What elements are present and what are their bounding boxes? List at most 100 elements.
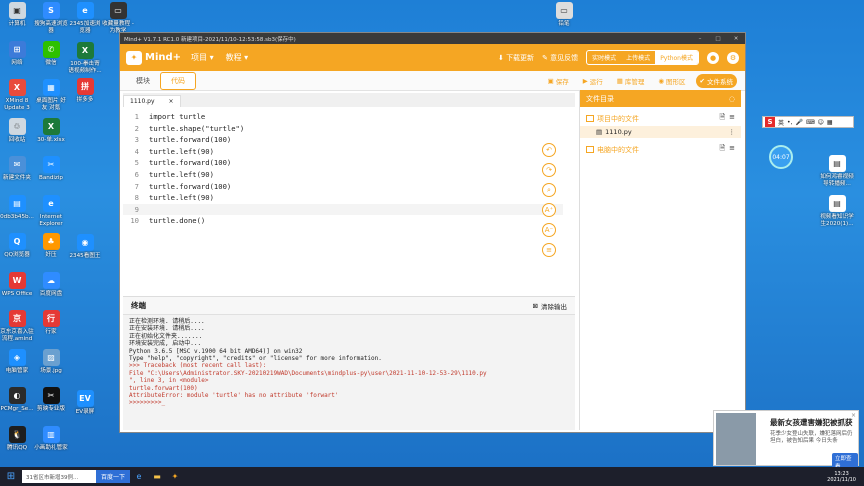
code-line[interactable]: 1 import turtle [123,111,563,122]
terminal-output[interactable]: 正在检测环境. 请稍后.... 正在安装环境. 请稍后.... 正在初始化文件夹..… [123,315,575,410]
mic-icon[interactable]: 🎤 [795,119,802,126]
graphic-area-button[interactable]: ◉ 图形区 [654,74,689,88]
desktop-icon[interactable]: ▤ 如何鸿睿视频导转播频... [820,155,854,188]
code-line[interactable]: 6 turtle.left(90) [123,169,563,180]
feedback-button[interactable]: ✎ 意见反馈 [542,53,578,63]
font-increase-icon[interactable]: A⁺ [542,203,556,217]
maximize-icon[interactable]: □ [709,36,727,42]
desktop-icon[interactable]: W WPS Office [0,271,34,298]
refresh-icon[interactable]: ◌ [729,95,735,103]
mode-realtime[interactable]: 实时模式 [587,51,621,64]
news-popup[interactable]: 最新女孩遭害嫌犯被抓获 花季少女登山失联，嫌犯落网后仍坦白，被告知后果 今日头条… [713,410,859,471]
desktop-icon[interactable]: EV EV录屏 [68,390,102,416]
settings-gear-icon[interactable]: ⚙ [727,51,739,64]
desktop-icon[interactable]: 🐧 腾讯QQ [0,425,34,452]
search-icon[interactable]: ⌕ [542,183,556,197]
system-clock[interactable]: 13:23 2021/11/10 [827,471,864,483]
skin-icon[interactable]: ☺ [818,119,824,126]
project-files-section[interactable]: 项目中的文件 🗎 ≡ [580,107,741,126]
desktop-icon[interactable]: ♲ 回收站 [0,117,34,144]
menu-icon[interactable]: ≡ [729,113,735,124]
desktop-icon[interactable]: 京京东京喜入驻流程.amind [0,310,34,343]
more-options-icon[interactable]: ⋮ [729,128,736,136]
desktop-icon[interactable]: 拼拼多多 [68,78,102,104]
close-icon[interactable]: ✕ [727,36,745,42]
code-line[interactable]: 2 turtle.shape("turtle") [123,123,563,134]
pc-files-section[interactable]: 电脑中的文件 🗎 ≡ [580,138,741,157]
library-button[interactable]: ▦ 库管理 [613,74,649,88]
desktop-icon[interactable]: e Internet Explorer [34,194,68,228]
desktop-icon[interactable]: ◈ 电脑管家 [0,348,34,375]
menu-tutorial[interactable]: 教程 ▾ [226,52,249,63]
desktop-icon[interactable]: ▭ 收藏量教程 - 为教学 [101,2,135,35]
new-file-icon[interactable]: 🗎 [719,113,725,124]
desktop-icon[interactable]: S 搜狗高速浏览器 [34,2,68,35]
format-icon[interactable]: ≡ [542,243,556,257]
desktop-icon[interactable]: X 30-单.xlsx [34,117,68,144]
filesystem-button[interactable]: ✔ 文件系统 [695,73,737,88]
code-line[interactable]: 7 turtle.forward(100) [123,181,563,192]
ime-punct-icon[interactable]: •, [787,119,792,126]
desktop-icon[interactable]: X XMind 8 Update 3 [0,79,34,112]
undo-icon[interactable]: ↶ [542,143,556,157]
save-button[interactable]: ▣ 保存 [544,74,573,88]
tab-blocks[interactable]: 模块 [126,73,160,89]
code-line[interactable]: 4 turtle.left(90) [123,146,563,157]
code-line[interactable]: 8 turtle.left(90) [123,192,563,203]
file-tab[interactable]: 1110.py × [123,95,181,107]
desktop-icon[interactable]: ☁ 百度网盘 [34,271,68,298]
desktop-icon[interactable]: Q QQ浏览器 [0,233,34,259]
desktop-icon[interactable]: ✆ 微信 [34,40,68,67]
desktop-icon[interactable]: ◐ PCMgr_Se... [0,387,34,413]
window-titlebar[interactable]: Mind+ V1.7.1 RC1.0 新建项目-2021/11/10-12:53… [120,33,745,44]
run-button[interactable]: ▶ 运行 [579,74,607,88]
desktop-icon[interactable]: ✂ Bandizip [34,156,68,182]
keyboard-icon[interactable]: ⌨ [806,119,815,126]
desktop-icon[interactable]: ✂ 剪映专业版 [34,387,68,413]
baidu-search-button[interactable]: 百度一下 [96,470,130,483]
redo-icon[interactable]: ↷ [542,163,556,177]
menu-project[interactable]: 项目 ▾ [191,52,214,63]
desktop-icon[interactable]: 行行家 [34,310,68,336]
popup-close-icon[interactable]: × [851,412,856,419]
start-button[interactable]: ⊞ [0,467,22,486]
ime-language[interactable]: 英 [778,118,784,127]
taskbar-folder-icon[interactable]: ▬ [148,467,166,486]
desktop-icon[interactable]: ⊞ 网络 [0,40,34,67]
taskbar-browser-icon[interactable]: e [130,467,148,486]
recording-timer-bubble[interactable]: 04:07 [769,145,793,169]
desktop-icon[interactable]: e 2345加速浏览器 [68,2,102,35]
desktop-icon[interactable]: ▭ 铅笔 [547,2,581,28]
clear-output-button[interactable]: ⊠ 清除输出 [533,301,567,311]
project-file-item[interactable]: ▤ 1110.py ⋮ [580,126,741,138]
code-line[interactable]: 9 [123,203,563,215]
desktop-icon[interactable]: ◉ 2345看图王 [68,234,102,260]
desktop-icon[interactable]: ▥ 小画助礼管家 [34,425,68,452]
code-line[interactable]: 10 turtle.done() [123,215,563,226]
minimize-icon[interactable]: – [691,36,709,42]
desktop-icon[interactable]: ▣ 计算机 [0,2,34,28]
desktop-icon[interactable]: X 100-拳击寄语视频制作... [68,42,102,75]
code-line[interactable]: 5 turtle.forward(100) [123,157,563,168]
tab-code[interactable]: 代码 [160,71,196,90]
font-decrease-icon[interactable]: A⁻ [542,223,556,237]
menu-icon-2[interactable]: ≡ [729,144,735,155]
desktop-icon[interactable]: ▨ 场景.jpg [34,348,68,375]
ime-toolbar[interactable]: S 英 •, 🎤 ⌨ ☺ ▦ [762,116,854,128]
tab-close-icon[interactable]: × [169,98,174,105]
desktop-icon[interactable]: ▤ 视频看知识学生2020(1)... [820,195,854,228]
download-update-button[interactable]: ⬇ 下载更新 [498,53,534,63]
desktop-icon[interactable]: ▤ 0db3b45b... [0,194,34,221]
mode-upload[interactable]: 上传模式 [621,51,655,64]
code-editor[interactable]: 1 import turtle 2 turtle.shape("turtle") 3 tu… [123,107,575,303]
taskbar-search-input[interactable]: 31省区市新增39例... [22,470,96,483]
taskbar-mindplus-icon[interactable]: ✦ [166,467,184,486]
desktop-icon[interactable]: ♣ 好压 [34,233,68,259]
user-avatar-icon[interactable]: ● [707,51,719,64]
mode-python[interactable]: Python模式 [655,51,698,64]
desktop-icon[interactable]: ▦ 桌面图片 好友 对氪 [34,79,68,112]
desktop-icon[interactable]: ✉ 新建文件夹 [0,156,34,182]
grid-icon[interactable]: ▦ [827,119,833,126]
code-line[interactable]: 3 turtle.forward(100) [123,134,563,145]
new-file-icon-2[interactable]: 🗎 [719,144,725,155]
